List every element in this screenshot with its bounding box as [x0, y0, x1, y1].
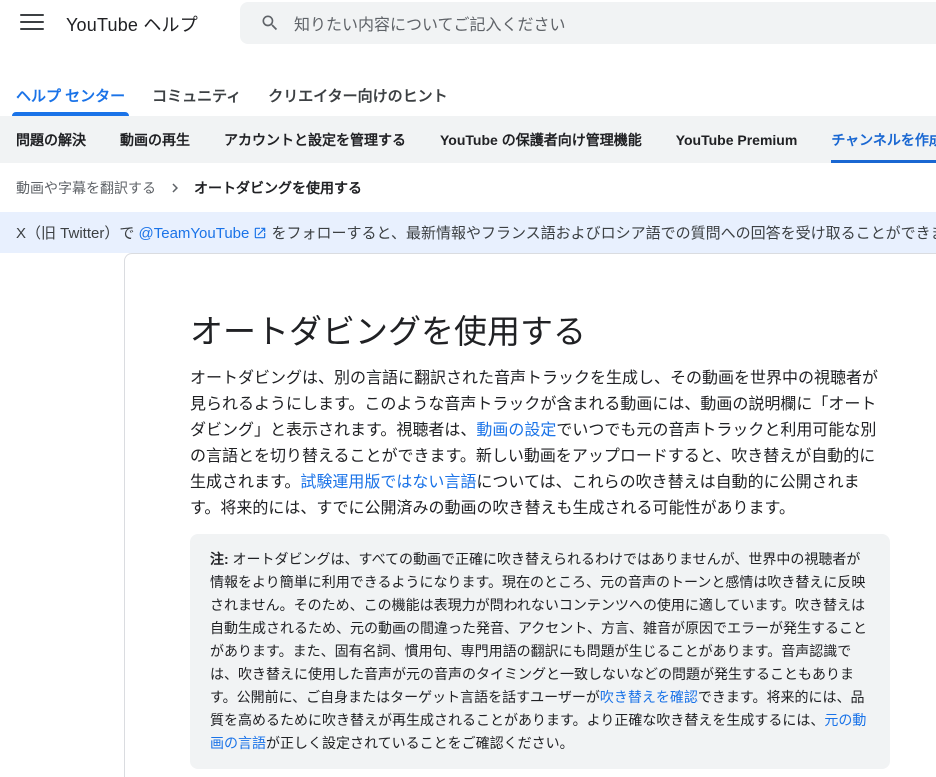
note-label: 注:: [210, 551, 229, 567]
video-settings-link[interactable]: 動画の設定: [476, 422, 556, 439]
product-tabs: ヘルプ センター コミュニティ クリエイター向けのヒント: [0, 64, 936, 116]
note-text: オートダビングは、すべての動画で正確に吹き替えられるわけではありませんが、世界中…: [210, 551, 867, 705]
search-input[interactable]: 知りたい内容についてご記入ください: [240, 2, 936, 44]
breadcrumb-parent-link[interactable]: 動画や字幕を翻訳する: [16, 178, 156, 198]
breadcrumb-current: オートダビングを使用する: [194, 178, 362, 198]
announcement-banner: X（旧 Twitter）で @TeamYouTube をフォローすると、最新情報…: [0, 212, 936, 253]
tab-help-center[interactable]: ヘルプ センター: [16, 64, 125, 116]
tab-community[interactable]: コミュニティ: [152, 64, 241, 116]
app-title[interactable]: YouTube ヘルプ: [66, 11, 198, 37]
nav-item-troubleshoot[interactable]: 問題の解決: [16, 116, 86, 163]
nav-item-parental-controls[interactable]: YouTube の保護者向け管理機能: [440, 116, 642, 163]
nav-item-watch-videos[interactable]: 動画の再生: [120, 116, 190, 163]
category-nav: 問題の解決 動画の再生 アカウントと設定を管理する YouTube の保護者向け…: [0, 116, 936, 163]
team-youtube-link[interactable]: @TeamYouTube: [139, 225, 250, 242]
article-title: オートダビングを使用する: [190, 312, 936, 352]
banner-text-before: X（旧 Twitter）で: [16, 225, 139, 242]
search-placeholder: 知りたい内容についてご記入ください: [294, 11, 566, 35]
menu-icon[interactable]: [20, 10, 44, 34]
note-box: 注: オートダビングは、すべての動画で正確に吹き替えられるわけではありませんが、…: [190, 534, 890, 769]
article-card: オートダビングを使用する オートダビングは、別の言語に翻訳された音声トラックを生…: [124, 253, 936, 777]
search-icon: [260, 13, 280, 33]
banner-text: X（旧 Twitter）で @TeamYouTube をフォローすると、最新情報…: [16, 222, 936, 244]
banner-text-after: をフォローすると、最新情報やフランス語およびロシア語での質問への回答を受け取るこ…: [267, 225, 936, 242]
top-app-bar: YouTube ヘルプ 知りたい内容についてご記入ください: [0, 0, 936, 64]
breadcrumb: 動画や字幕を翻訳する オートダビングを使用する: [0, 163, 936, 212]
nav-item-manage-account[interactable]: アカウントと設定を管理する: [224, 116, 406, 163]
chevron-right-icon: [166, 179, 184, 197]
nav-item-create-channel[interactable]: チャンネルを作成: [831, 116, 936, 163]
check-dub-link[interactable]: 吹き替えを確認: [600, 689, 698, 705]
tab-creator-tips[interactable]: クリエイター向けのヒント: [268, 64, 447, 116]
non-experimental-languages-link[interactable]: 試験運用版ではない言語: [300, 474, 476, 491]
note-text: が正しく設定されていることをご確認ください。: [266, 735, 574, 751]
open-in-new-icon: [253, 226, 267, 244]
nav-item-youtube-premium[interactable]: YouTube Premium: [676, 116, 798, 163]
article-intro: オートダビングは、別の言語に翻訳された音声トラックを生成し、その動画を世界中の視…: [190, 366, 890, 522]
